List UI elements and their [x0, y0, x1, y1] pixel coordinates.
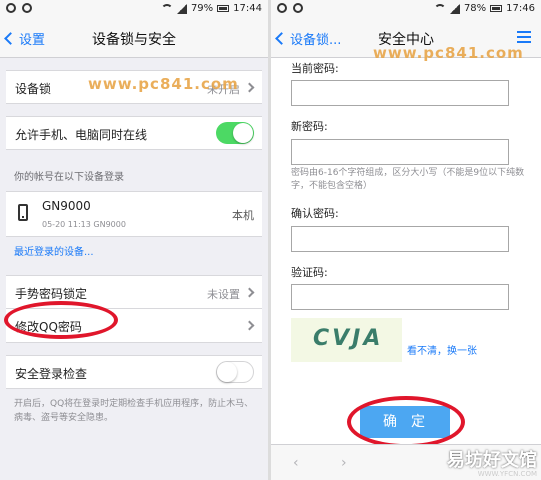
watermark: www.pc841.com [373, 44, 524, 62]
captcha-image[interactable]: CVJA [291, 318, 402, 362]
login-check-description: 开启后，QQ将在登录时定期检查手机应用程序，防止木马、病毒、盗号等安全隐患。 [14, 399, 254, 423]
status-bar: 79% 17:44 [0, 0, 268, 18]
chevron-right-icon [244, 320, 255, 331]
annotation-ellipse [347, 396, 465, 448]
left-screen: 79% 17:44 设置 设备锁与安全 设备锁 未开启 www.pc841.co… [0, 0, 268, 480]
qq-icon [293, 3, 303, 13]
gesture-lock-label: 手势密码锁定 [15, 287, 88, 301]
captcha-text: CVJA [313, 326, 384, 351]
signal-icon [449, 3, 460, 14]
confirm-password-input[interactable] [291, 226, 509, 252]
phone-icon [18, 204, 28, 221]
brand-watermark: 易坊好文馆 [447, 450, 537, 471]
browser-toolbar: ‹ › 易坊好文馆 WWW.YFCN.COM [271, 444, 541, 480]
signal-icon [176, 3, 187, 14]
right-screen: 78% 17:46 设备锁... 安全中心 www.pc841.com 当前密码… [271, 0, 541, 480]
watermark: www.pc841.com [88, 75, 239, 93]
captcha-label: 验证码: [291, 266, 328, 279]
allow-online-label: 允许手机、电脑同时在线 [15, 128, 148, 142]
battery-icon [217, 5, 230, 12]
allow-online-toggle[interactable] [216, 122, 254, 144]
password-rules-hint: 密码由6-16个字符组成，区分大小写（不能是9位以下纯数字，不能包含空格） [291, 168, 525, 191]
new-password-input[interactable] [291, 139, 509, 165]
status-bar: 78% 17:46 [271, 0, 541, 18]
device-login-info: 05-20 11:13 GN9000 [42, 220, 126, 229]
gesture-lock-value: 未设置 [207, 288, 240, 301]
captcha-refresh-link[interactable]: 看不清，换一张 [407, 342, 477, 357]
login-check-row: 安全登录检查 [6, 355, 262, 389]
brand-watermark-url: WWW.YFCN.COM [477, 470, 537, 478]
annotation-ellipse [4, 301, 118, 339]
captcha-input[interactable] [291, 284, 509, 310]
notification-icon [277, 3, 287, 13]
qq-icon [22, 3, 32, 13]
wifi-icon [160, 3, 173, 14]
device-row[interactable]: GN9000 05-20 11:13 GN9000 本机 [6, 191, 262, 237]
confirm-password-label: 确认密码: [291, 207, 339, 220]
current-password-input[interactable] [291, 80, 509, 106]
allow-online-row: 允许手机、电脑同时在线 [6, 116, 262, 150]
recent-devices-link[interactable]: 最近登录的设备... [0, 243, 268, 258]
wifi-icon [433, 3, 446, 14]
login-check-label: 安全登录检查 [15, 367, 88, 381]
clock: 17:44 [233, 3, 262, 14]
browser-back-button[interactable]: ‹ [293, 455, 299, 471]
device-lock-label: 设备锁 [15, 82, 52, 96]
notification-icon [6, 3, 16, 13]
current-password-label: 当前密码: [291, 62, 339, 75]
chevron-right-icon [244, 287, 255, 298]
browser-forward-button[interactable]: › [341, 455, 347, 471]
device-type: 本机 [232, 209, 254, 222]
new-password-label: 新密码: [291, 120, 328, 133]
nav-bar: 设置 设备锁与安全 [0, 18, 268, 58]
battery-percent: 79% [190, 3, 214, 14]
device-name: GN9000 [42, 199, 91, 213]
clock: 17:46 [506, 3, 535, 14]
battery-percent: 78% [463, 3, 487, 14]
devices-section-label: 你的帐号在以下设备登录 [14, 172, 124, 183]
chevron-right-icon [244, 82, 255, 93]
battery-icon [490, 5, 503, 12]
login-check-toggle[interactable] [216, 361, 254, 383]
page-title: 设备锁与安全 [92, 32, 176, 48]
